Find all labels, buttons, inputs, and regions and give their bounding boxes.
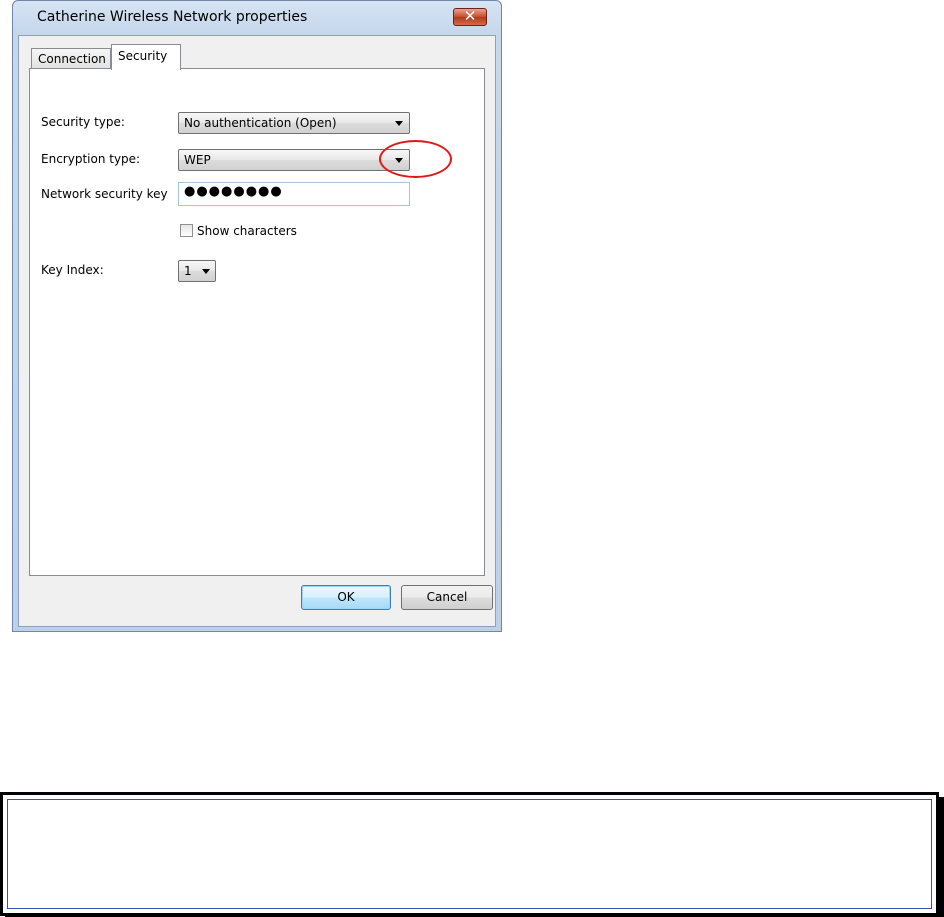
note-box [0, 792, 939, 916]
dialog-client-area: Connection Security Security type: No au… [18, 35, 496, 627]
cancel-button[interactable]: Cancel [401, 585, 493, 610]
security-type-select[interactable]: No authentication (Open) [178, 112, 410, 134]
network-key-value: ●●●●●●●● [184, 184, 283, 199]
security-type-label: Security type: [41, 115, 125, 129]
encryption-type-label: Encryption type: [41, 152, 141, 166]
note-box-inner-border [7, 799, 932, 909]
encryption-type-select[interactable]: WEP [178, 149, 410, 171]
tab-connection[interactable]: Connection [31, 48, 111, 68]
title-bar[interactable]: Catherine Wireless Network properties ✕ [13, 1, 501, 35]
network-key-input[interactable]: ●●●●●●●● [178, 182, 410, 206]
network-key-label: Network security key [41, 187, 168, 201]
key-index-value: 1 [184, 264, 192, 278]
close-icon: ✕ [463, 7, 477, 25]
encryption-type-value: WEP [184, 153, 211, 167]
chevron-down-icon [395, 121, 403, 126]
properties-dialog: Catherine Wireless Network properties ✕ … [12, 0, 502, 632]
show-characters-checkbox[interactable] [180, 224, 193, 237]
window-title: Catherine Wireless Network properties [37, 9, 308, 25]
tab-security[interactable]: Security [111, 44, 181, 70]
close-button[interactable]: ✕ [453, 7, 487, 26]
show-characters-label[interactable]: Show characters [197, 224, 297, 238]
security-type-value: No authentication (Open) [184, 116, 337, 130]
ok-button[interactable]: OK [301, 585, 391, 610]
chevron-down-icon [202, 269, 210, 274]
key-index-select[interactable]: 1 [178, 260, 216, 282]
highlight-annotation-circle [379, 140, 452, 178]
key-index-label: Key Index: [41, 263, 104, 277]
